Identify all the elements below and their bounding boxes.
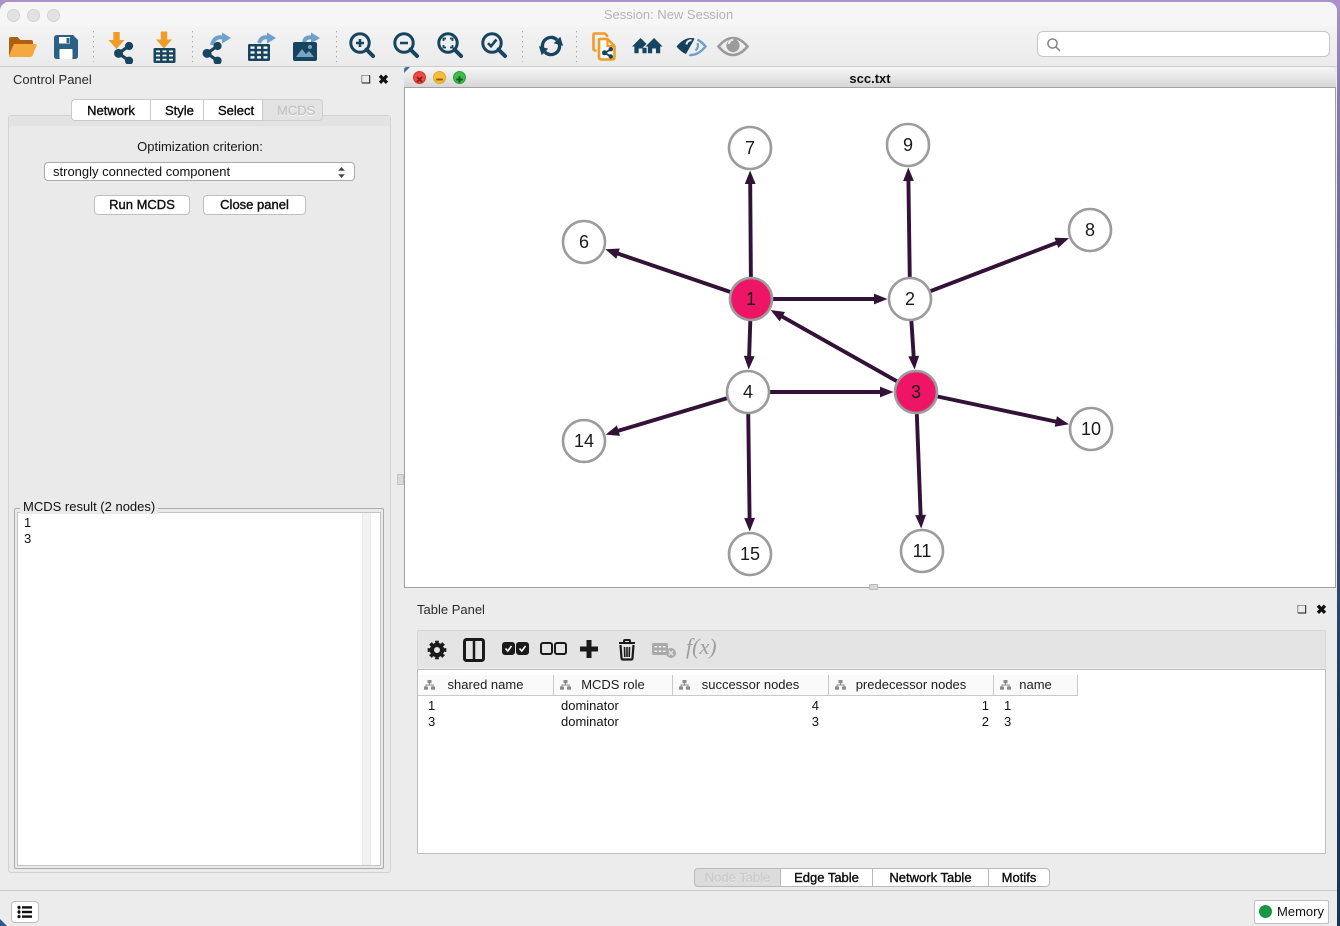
svg-text:7: 7: [745, 138, 755, 158]
svg-text:3: 3: [911, 382, 921, 402]
svg-text:10: 10: [1081, 419, 1101, 439]
svg-text:15: 15: [740, 544, 760, 564]
svg-text:4: 4: [743, 382, 753, 402]
svg-text:11: 11: [913, 541, 932, 561]
svg-text:6: 6: [579, 232, 589, 252]
svg-text:2: 2: [905, 289, 915, 309]
svg-text:9: 9: [903, 135, 913, 155]
svg-text:1: 1: [746, 289, 756, 309]
svg-text:14: 14: [574, 431, 594, 451]
svg-text:8: 8: [1085, 220, 1095, 240]
